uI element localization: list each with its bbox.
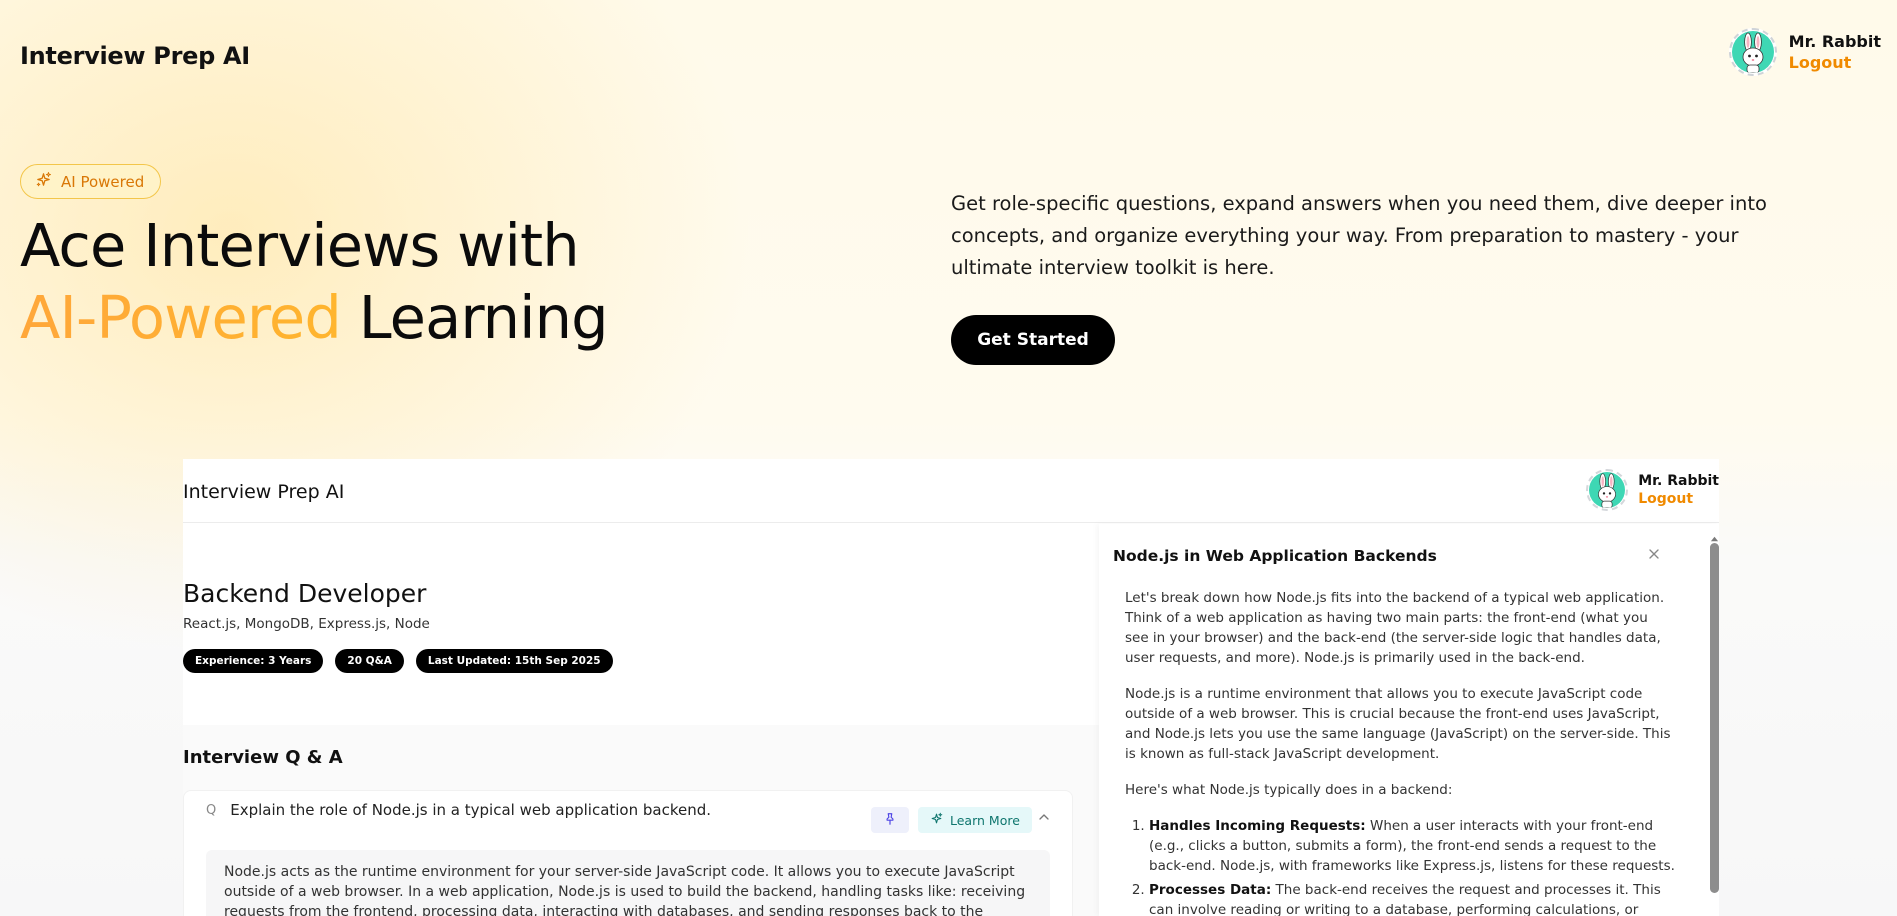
preview-user-avatar[interactable] bbox=[1586, 469, 1629, 511]
rabbit-avatar-icon bbox=[1589, 472, 1626, 508]
collapse-answer-button[interactable] bbox=[1036, 809, 1054, 829]
scrollbar-thumb[interactable] bbox=[1710, 543, 1719, 893]
list-item-bold: Handles Incoming Requests: bbox=[1149, 818, 1366, 834]
question-marker: Q bbox=[206, 802, 217, 818]
drawer-paragraph: Node.js is a runtime environment that al… bbox=[1125, 686, 1671, 762]
user-avatar[interactable] bbox=[1728, 28, 1777, 76]
close-icon bbox=[1646, 547, 1662, 566]
learn-more-drawer: Node.js in Web Application Backends Let'… bbox=[1099, 524, 1719, 916]
hero-title-line1: Ace Interviews with bbox=[20, 211, 580, 280]
app-preview: Interview Prep AI Mr. Rabbit Logout Back… bbox=[183, 459, 1719, 916]
scroll-up-arrow-icon[interactable] bbox=[1710, 529, 1719, 542]
preview-logout-link[interactable]: Logout bbox=[1638, 491, 1719, 507]
hero-title: Ace Interviews with AI-Powered Learning bbox=[20, 210, 609, 354]
app-brand[interactable]: Interview Prep AI bbox=[20, 42, 250, 70]
qa-count-pill: 20 Q&A bbox=[335, 649, 404, 673]
list-item-bold: Processes Data: bbox=[1149, 882, 1272, 898]
user-menu: Mr. Rabbit Logout bbox=[1728, 28, 1881, 76]
drawer-paragraph: Let's break down how Node.js fits into t… bbox=[1125, 590, 1665, 666]
preview-brand[interactable]: Interview Prep AI bbox=[183, 481, 344, 503]
drawer-close-button[interactable] bbox=[1646, 546, 1662, 562]
question-card: Q Explain the role of Node.js in a typic… bbox=[183, 790, 1073, 916]
experience-pill: Experience: 3 Years bbox=[183, 649, 324, 673]
sparkle-icon bbox=[35, 171, 52, 192]
learn-more-button[interactable]: Learn More bbox=[918, 807, 1032, 833]
logout-link[interactable]: Logout bbox=[1789, 53, 1881, 72]
question-text[interactable]: Explain the role of Node.js in a typical… bbox=[230, 801, 711, 819]
drawer-list-item: Handles Incoming Requests: When a user i… bbox=[1149, 816, 1675, 876]
preview-user-name: Mr. Rabbit bbox=[1638, 473, 1719, 489]
chevron-up-icon bbox=[1036, 810, 1052, 829]
ai-powered-badge: AI Powered bbox=[20, 164, 162, 199]
role-meta-pills: Experience: 3 Years 20 Q&A Last Updated:… bbox=[183, 649, 613, 673]
rabbit-avatar-icon bbox=[1731, 31, 1774, 73]
get-started-button[interactable]: Get Started bbox=[951, 315, 1115, 365]
badge-label: AI Powered bbox=[61, 172, 145, 191]
hero-title-rest: Learning bbox=[340, 283, 609, 352]
hero-title-accent: AI-Powered bbox=[20, 283, 342, 352]
hero-description: Get role-specific questions, expand answ… bbox=[951, 192, 1767, 279]
role-topics: React.js, MongoDB, Express.js, Node bbox=[183, 616, 430, 632]
pin-button[interactable] bbox=[871, 807, 909, 833]
preview-user-info: Mr. Rabbit Logout bbox=[1638, 473, 1719, 507]
role-title: Backend Developer bbox=[183, 579, 427, 608]
drawer-content: Let's break down how Node.js fits into t… bbox=[1125, 588, 1675, 916]
user-name: Mr. Rabbit bbox=[1788, 32, 1881, 51]
user-info: Mr. Rabbit Logout bbox=[1789, 32, 1881, 72]
last-updated-pill: Last Updated: 15th Sep 2025 bbox=[415, 649, 613, 673]
drawer-scrollbar[interactable] bbox=[1710, 529, 1719, 916]
drawer-list: Handles Incoming Requests: When a user i… bbox=[1125, 816, 1675, 916]
drawer-paragraph: Here's what Node.js typically does in a … bbox=[1125, 782, 1453, 798]
question-row[interactable]: Q Explain the role of Node.js in a typic… bbox=[206, 801, 711, 819]
drawer-list-item: Processes Data: The back-end receives th… bbox=[1149, 880, 1675, 916]
qa-section-title: Interview Q & A bbox=[183, 747, 343, 768]
preview-user-menu: Mr. Rabbit Logout bbox=[1586, 469, 1719, 511]
learn-more-label: Learn More bbox=[950, 812, 1020, 828]
sparkle-icon bbox=[930, 812, 943, 828]
preview-header: Interview Prep AI Mr. Rabbit Logout bbox=[183, 459, 1719, 523]
pin-icon bbox=[883, 811, 897, 830]
drawer-title: Node.js in Web Application Backends bbox=[1113, 547, 1437, 565]
answer-text: Node.js acts as the runtime environment … bbox=[206, 850, 1050, 916]
